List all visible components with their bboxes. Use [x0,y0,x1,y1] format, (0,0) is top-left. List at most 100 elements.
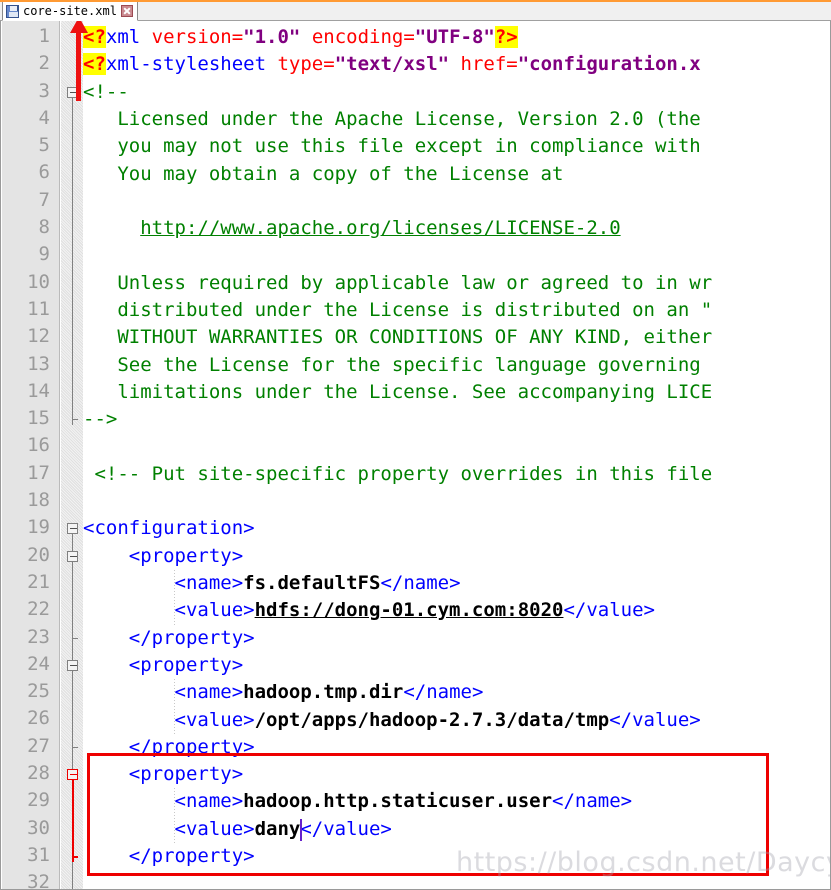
code-token: </value> [563,599,655,622]
line-number: 28 [27,762,50,785]
code-line[interactable]: <?xml version="1.0" encoding="UTF-8"?> [83,24,830,51]
fold-toggle[interactable] [67,550,78,562]
line-number: 4 [38,106,50,129]
code-line[interactable]: Unless required by applicable law or agr… [83,270,830,297]
code-line[interactable]: <property> [83,652,830,679]
code-line[interactable]: <name>hadoop.tmp.dir</name> [83,679,830,706]
code-line[interactable]: <name>hadoop.http.staticuser.user</name> [83,788,830,815]
code-line[interactable]: See the License for the specific languag… [83,352,830,379]
code-token: fs.defaultFS [243,572,381,594]
code-line[interactable]: </property> [83,734,830,761]
code-token: <name> [83,790,244,813]
code-token: </value> [300,817,392,840]
code-token: </property> [83,626,255,649]
line-number: 13 [27,352,50,375]
line-number: 19 [27,516,50,539]
line-number: 31 [27,843,50,866]
line-number: 18 [27,489,50,512]
code-token: <!-- [83,80,129,103]
code-token: <configuration> [83,517,255,540]
fold-connector [72,97,73,426]
code-line[interactable]: </property> [83,843,830,870]
code-line[interactable]: </property> [83,625,830,652]
code-line[interactable]: Licensed under the Apache License, Versi… [83,106,830,133]
fold-toggle[interactable] [67,659,78,671]
code-token: See the License for the specific languag… [83,353,713,376]
code-line[interactable] [83,488,830,515]
code-line[interactable]: <?xml-stylesheet type="text/xsl" href="c… [83,51,830,78]
annotation-arrow-shaft [76,29,81,101]
code-line[interactable]: distributed under the License is distrib… [83,297,830,324]
code-line[interactable]: <!-- Put site-specific property override… [83,461,830,488]
code-token: <property> [83,653,244,676]
fold-end-tick [72,856,78,858]
code-line[interactable]: <configuration> [83,515,830,542]
code-line[interactable]: You may obtain a copy of the License at [83,161,830,188]
fold-connector [72,670,73,753]
code-token: encoding= [300,26,415,48]
code-token: WITHOUT WARRANTIES OR CONDITIONS OF ANY … [83,326,713,349]
code-token: <value> [83,599,255,622]
code-token: hadoop.http.staticuser.user [243,790,553,813]
code-line[interactable]: http://www.apache.org/licenses/LICENSE-2… [83,215,830,242]
code-token: </property> [83,735,255,758]
code-token: version= [151,26,244,48]
line-number: 9 [38,243,50,266]
code-line[interactable]: <name>fs.defaultFS</name> [83,570,830,597]
code-line[interactable]: <!-- [83,79,830,106]
line-number-gutter: 1 2 3 4 5 6 7 8 9 10 11 12 13 14 15 16 17 18 19 20 21 22 23 24 2… [2,21,60,889]
code-token: <!-- Put site-specific property override… [83,462,713,485]
code-token: --> [83,408,118,431]
line-number: 6 [38,161,50,184]
code-line[interactable]: <value>dany</value> [83,816,830,843]
code-line[interactable] [83,434,830,461]
code-token: distributed under the License is distrib… [83,299,713,321]
line-number: 27 [27,734,50,757]
code-line[interactable]: <value>/opt/apps/hadoop-2.7.3/data/tmp</… [83,707,830,734]
code-token: /opt/apps/hadoop-2.7.3/data/tmp [254,708,610,731]
code-token: "configuration.x [517,53,701,76]
code-token: limitations under the License. See accom… [83,380,713,403]
code-token: You may obtain a copy of the License at [83,162,564,185]
code-line[interactable]: <property> [83,543,830,570]
fold-toggle-highlighted[interactable] [67,769,78,781]
code-line[interactable] [83,242,830,269]
line-number: 12 [27,325,50,348]
line-number: 23 [27,625,50,648]
code-token: hdfs://dong-01.cym.com:8020 [254,599,564,622]
fold-end-tick [72,637,78,639]
line-number: 2 [38,52,50,75]
code-line[interactable]: you may not use this file except in comp… [83,133,830,160]
code-line[interactable]: WITHOUT WARRANTIES OR CONDITIONS OF ANY … [83,324,830,351]
fold-toggle[interactable] [67,523,78,535]
code-token: "text/xsl" [334,53,450,76]
code-token: <name> [83,572,244,594]
line-number: 22 [27,598,50,621]
code-line[interactable]: limitations under the License. See accom… [83,379,830,406]
line-number: 8 [38,216,50,239]
code-token: </name> [552,790,633,813]
code-token: Unless required by applicable law or agr… [83,271,713,294]
line-number: 16 [27,434,50,457]
code-token: <property> [83,544,244,567]
code-line[interactable] [83,188,830,215]
code-editor[interactable]: 1 2 3 4 5 6 7 8 9 10 11 12 13 14 15 16 17 18 19 20 21 22 23 24 2… [0,21,831,890]
line-number: 5 [38,134,50,157]
code-line[interactable]: <value>hdfs://dong-01.cym.com:8020</valu… [83,597,830,624]
tab-bar: core-site.xml [0,0,831,21]
close-icon[interactable] [120,5,133,17]
code-line[interactable] [83,870,830,889]
code-line[interactable]: <property> [83,761,830,788]
code-line[interactable]: --> [83,406,830,433]
code-token: <name> [83,681,244,704]
code-token: </property> [83,845,255,867]
fold-connector [72,780,74,862]
code-token: </name> [380,572,461,594]
code-text-area[interactable]: <?xml version="1.0" encoding="UTF-8"?> <?… [83,21,830,889]
text-caret [300,818,303,841]
tab-core-site-xml[interactable]: core-site.xml [2,2,138,21]
line-number: 21 [27,570,50,593]
code-token: </name> [403,681,484,704]
code-token: <property> [83,763,244,786]
